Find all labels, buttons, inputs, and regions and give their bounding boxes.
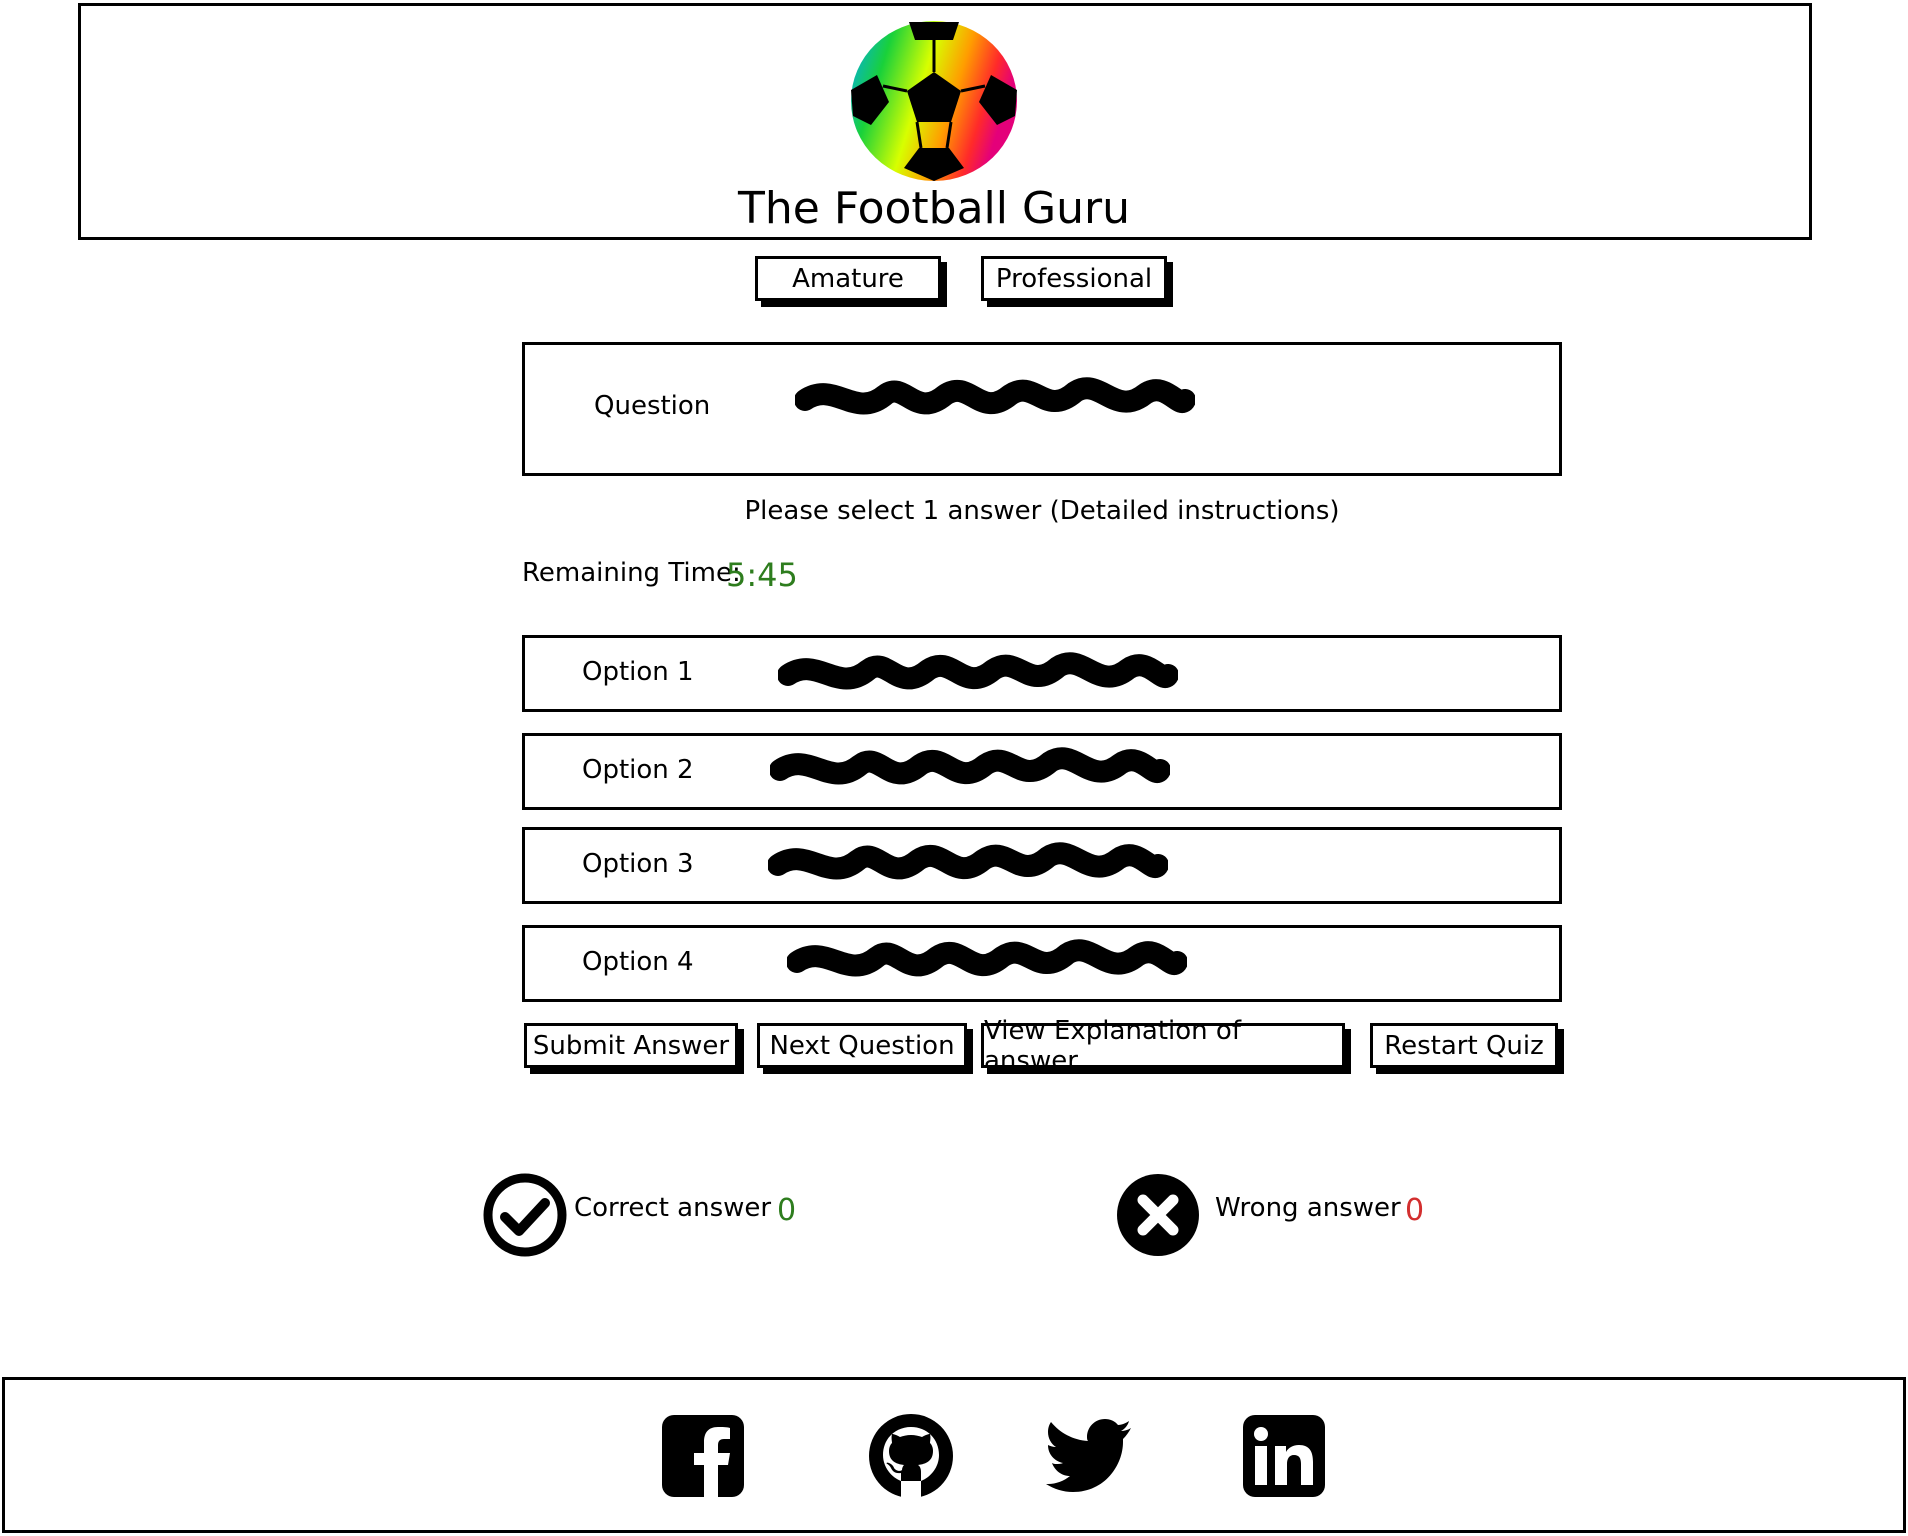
restart-quiz-button[interactable]: Restart Quiz (1370, 1023, 1558, 1068)
option-2-label: Option 2 (582, 755, 694, 785)
correct-answer-label: Correct answer (574, 1193, 772, 1223)
redacted-option-1-text (778, 652, 1178, 690)
redacted-option-2-text (770, 747, 1170, 785)
site-title: The Football Guru (738, 183, 1130, 234)
instructions-text: Please select 1 answer (Detailed instruc… (744, 496, 1340, 526)
remaining-time-value: 5:45 (726, 556, 798, 594)
view-explanation-button[interactable]: View Explanation of answer (981, 1016, 1345, 1076)
option-1-label: Option 1 (582, 657, 694, 687)
twitter-icon[interactable] (1046, 1418, 1132, 1494)
github-icon[interactable] (868, 1413, 954, 1499)
wrong-answer-count: 0 (1405, 1193, 1425, 1228)
linkedin-icon[interactable] (1243, 1415, 1325, 1497)
submit-answer-button[interactable]: Submit Answer (524, 1023, 738, 1068)
amateur-button[interactable]: Amature (755, 256, 941, 301)
redacted-option-4-text (787, 939, 1187, 977)
footer (2, 1377, 1906, 1533)
next-question-button[interactable]: Next Question (757, 1023, 967, 1068)
football-icon (849, 20, 1019, 182)
facebook-icon[interactable] (662, 1415, 744, 1497)
question-label: Question (594, 391, 711, 421)
professional-button[interactable]: Professional (981, 256, 1167, 301)
x-circle-icon (1116, 1173, 1200, 1257)
redacted-option-3-text (768, 842, 1168, 880)
correct-answer-count: 0 (777, 1193, 797, 1228)
option-4-label: Option 4 (582, 947, 694, 977)
wrong-answer-label: Wrong answer (1215, 1193, 1401, 1223)
check-circle-icon (483, 1173, 567, 1257)
option-3-label: Option 3 (582, 849, 694, 879)
redacted-question-text (795, 377, 1195, 415)
remaining-time-label: Remaining Time: (522, 558, 741, 588)
